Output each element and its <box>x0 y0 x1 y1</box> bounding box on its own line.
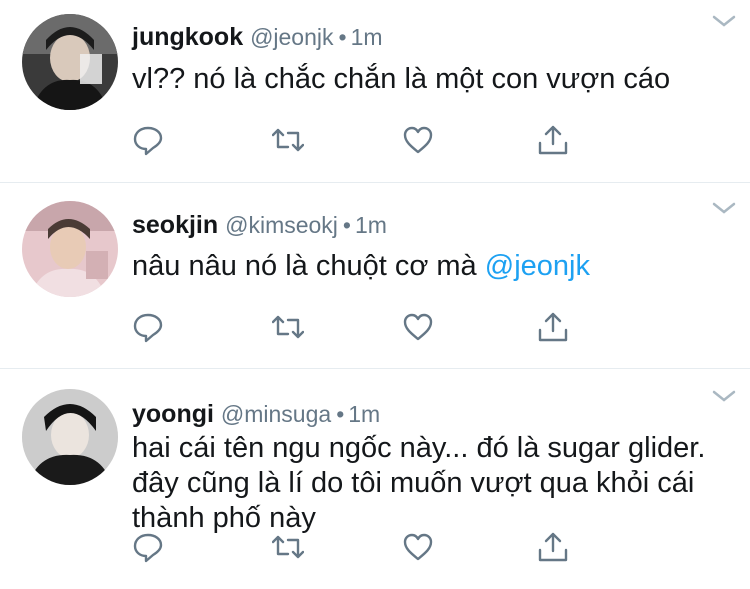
reply-icon <box>133 313 163 343</box>
tweet-text-content: nâu nâu nó là chuột cơ mà <box>132 250 477 282</box>
retweet-button[interactable] <box>272 124 304 156</box>
like-button[interactable] <box>402 124 434 156</box>
share-button[interactable] <box>537 311 569 343</box>
tweet-actions <box>132 311 592 345</box>
tweet-header: yoongi @minsuga • 1m <box>132 399 380 429</box>
tweet[interactable]: yoongi @minsuga • 1m hai cái tên ngu ngốc … <box>0 369 750 589</box>
tweet-text-content: vl?? nó là chắc chắn là một con vượn cáo <box>132 63 671 95</box>
like-icon <box>403 533 433 561</box>
reply-button[interactable] <box>132 124 164 156</box>
display-name[interactable]: seokjin <box>132 211 218 239</box>
chevron-down-icon[interactable] <box>712 14 736 28</box>
avatar[interactable] <box>22 14 118 110</box>
tweet[interactable]: jungkook @jeonjk • 1m vl?? nó là chắc chắn… <box>0 0 750 183</box>
tweet-text: vl?? nó là chắc chắn là một con vượn cáo <box>132 62 722 97</box>
retweet-icon <box>272 535 304 559</box>
separator-dot: • <box>338 24 347 50</box>
reply-button[interactable] <box>132 531 164 563</box>
tweet-text: hai cái tên ngu ngốc này... đó là sugar … <box>132 431 712 536</box>
retweet-icon <box>272 128 304 152</box>
avatar[interactable] <box>22 389 118 485</box>
user-handle[interactable]: @kimseokj <box>225 212 338 238</box>
share-icon <box>538 312 568 342</box>
retweet-icon <box>272 315 304 339</box>
like-button[interactable] <box>402 531 434 563</box>
retweet-button[interactable] <box>272 311 304 343</box>
like-button[interactable] <box>402 311 434 343</box>
timestamp[interactable]: 1m <box>348 401 380 427</box>
user-handle[interactable]: @minsuga <box>221 401 331 427</box>
share-icon <box>538 125 568 155</box>
separator-dot: • <box>342 212 351 238</box>
reply-button[interactable] <box>132 311 164 343</box>
separator-dot: • <box>336 401 345 427</box>
tweet-actions <box>132 531 592 565</box>
mention-link[interactable]: @jeonjk <box>485 250 590 282</box>
tweet-actions <box>132 124 592 158</box>
tweet-header: seokjin @kimseokj • 1m <box>132 210 387 240</box>
chevron-down-icon[interactable] <box>712 389 736 403</box>
chevron-down-icon[interactable] <box>712 201 736 215</box>
display-name[interactable]: jungkook <box>132 23 243 51</box>
reply-icon <box>133 533 163 563</box>
tweet-text-content: hai cái tên ngu ngốc này... đó là sugar … <box>132 432 706 534</box>
timestamp[interactable]: 1m <box>351 24 383 50</box>
user-handle[interactable]: @jeonjk <box>250 24 333 50</box>
like-icon <box>403 313 433 341</box>
like-icon <box>403 126 433 154</box>
tweet-text: nâu nâu nó là chuột cơ mà @jeonjk <box>132 249 722 284</box>
share-button[interactable] <box>537 531 569 563</box>
retweet-button[interactable] <box>272 531 304 563</box>
tweet-header: jungkook @jeonjk • 1m <box>132 22 383 52</box>
tweet[interactable]: seokjin @kimseokj • 1m nâu nâu nó là chuột… <box>0 183 750 369</box>
share-icon <box>538 532 568 562</box>
timestamp[interactable]: 1m <box>355 212 387 238</box>
display-name[interactable]: yoongi <box>132 400 214 428</box>
avatar[interactable] <box>22 201 118 297</box>
share-button[interactable] <box>537 124 569 156</box>
reply-icon <box>133 126 163 156</box>
